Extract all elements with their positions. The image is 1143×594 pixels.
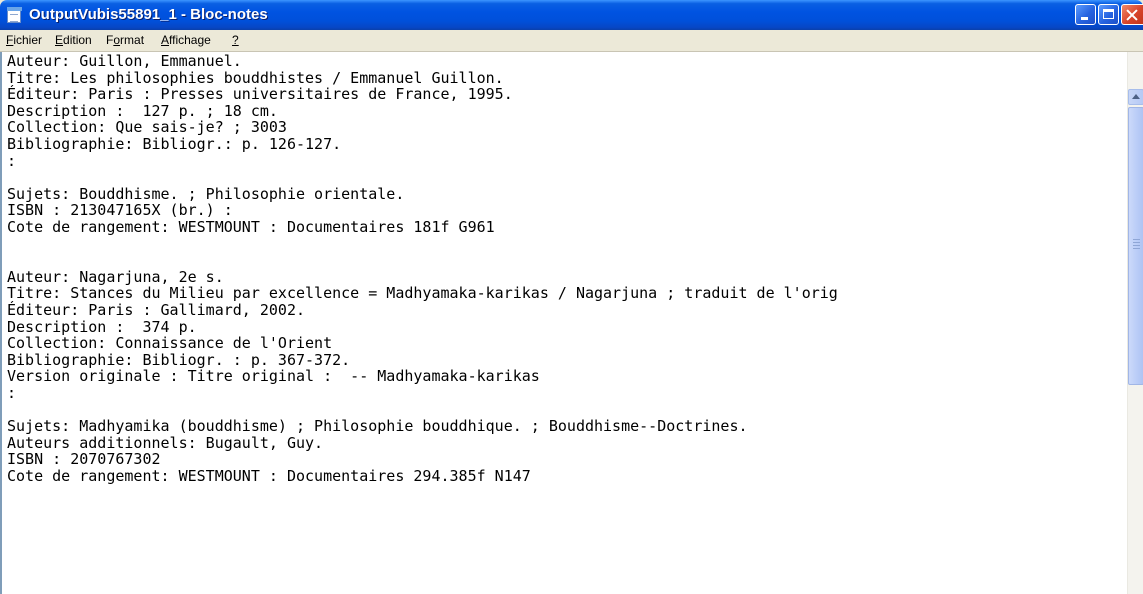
menu-help[interactable]: ? (232, 33, 239, 47)
vertical-scrollbar[interactable] (1127, 52, 1143, 594)
maximize-button[interactable] (1098, 4, 1119, 25)
text-line: Bibliographie: Bibliogr. : p. 367-372. (7, 350, 351, 369)
minimize-button[interactable] (1075, 4, 1096, 25)
text-line: Titre: Stances du Milieu par excellence … (7, 284, 838, 303)
text-line: Collection: Connaissance de l'Orient (7, 334, 333, 353)
text-line: : (7, 383, 17, 402)
text-line: Sujets: Madhyamika (bouddhisme) ; Philos… (7, 417, 748, 436)
grip-line (1133, 245, 1140, 246)
text-line: ISBN : 2070767302 (7, 450, 161, 469)
text-line: Éditeur: Paris : Gallimard, 2002. (7, 300, 306, 319)
scroll-up-arrow-icon[interactable] (1128, 89, 1143, 105)
text-line: Auteurs additionnels: Bugault, Guy. (7, 433, 324, 452)
document-text[interactable]: Auteur: Guillon, Emmanuel. Titre: Les ph… (7, 53, 838, 484)
text-line: Cote de rangement: WESTMOUNT : Documenta… (7, 217, 495, 236)
window-title: OutputVubis55891_1 - Bloc-notes (29, 6, 268, 23)
text-line: Collection: Que sais-je? ; 3003 (7, 118, 287, 137)
scrollbar-thumb[interactable] (1128, 107, 1143, 385)
text-editor[interactable]: Auteur: Guillon, Emmanuel. Titre: Les ph… (0, 52, 1127, 594)
notepad-icon[interactable] (7, 7, 22, 23)
notepad-window: OutputVubis55891_1 - Bloc-notes Fichier … (0, 0, 1143, 594)
menu-edition[interactable]: Edition (55, 33, 92, 47)
text-line: Auteur: Nagarjuna, 2e s. (7, 267, 224, 286)
text-line: Bibliographie: Bibliogr.: p. 126-127. (7, 134, 342, 153)
text-line: Cote de rangement: WESTMOUNT : Documenta… (7, 466, 531, 485)
menu-format[interactable]: Format (106, 33, 144, 47)
text-line: : (7, 151, 17, 170)
text-line: Titre: Les philosophies bouddhistes / Em… (7, 68, 504, 87)
close-button[interactable] (1121, 4, 1143, 25)
grip-line (1133, 239, 1140, 240)
text-line: Éditeur: Paris : Presses universitaires … (7, 85, 513, 104)
text-line: Description : 127 p. ; 18 cm. (7, 101, 278, 120)
text-line: Auteur: Guillon, Emmanuel. (7, 52, 242, 70)
menu-bar: Fichier Edition Format Affichage ? (0, 30, 1143, 52)
menu-affichage[interactable]: Affichage (161, 33, 211, 47)
menu-fichier[interactable]: Fichier (6, 33, 42, 47)
text-line: Sujets: Bouddhisme. ; Philosophie orient… (7, 184, 405, 203)
grip-line (1133, 242, 1140, 243)
text-line: Version originale : Titre original : -- … (7, 367, 540, 386)
text-line: ISBN : 213047165X (br.) : (7, 201, 233, 220)
text-line: Description : 374 p. (7, 317, 197, 336)
title-bar[interactable]: OutputVubis55891_1 - Bloc-notes (0, 0, 1143, 30)
grip-line (1133, 248, 1140, 249)
